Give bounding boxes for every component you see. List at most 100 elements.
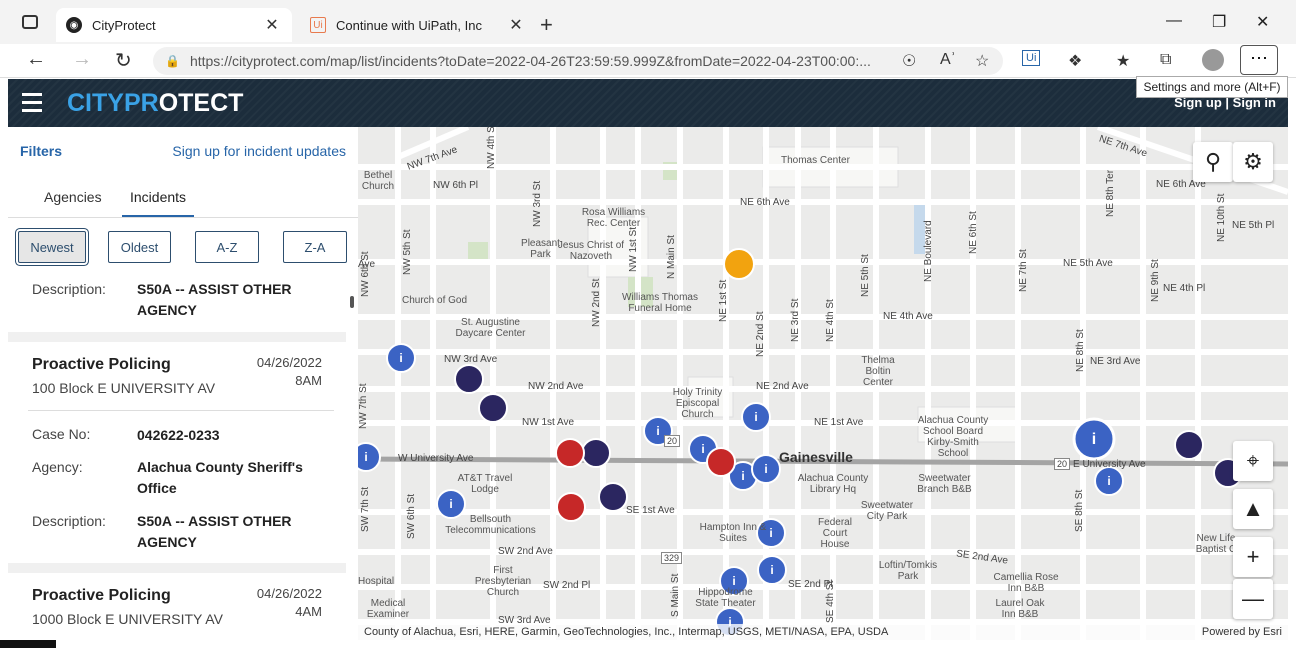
filters-link[interactable]: Filters bbox=[20, 143, 62, 159]
incident-card[interactable]: Proactive Policing 100 Block E UNIVERSIT… bbox=[8, 342, 346, 563]
basemap-layers-icon[interactable]: ▲ bbox=[1233, 489, 1273, 529]
sort-newest-button[interactable]: Newest bbox=[18, 231, 86, 263]
location-icon[interactable]: ☉ bbox=[902, 51, 916, 71]
description-value: S50A -- ASSIST OTHER AGENCY bbox=[137, 281, 292, 318]
new-tab-icon[interactable]: + bbox=[540, 12, 553, 38]
tab-title: CityProtect bbox=[92, 17, 156, 33]
close-tab-icon[interactable]: ✕ bbox=[262, 15, 282, 35]
svg-text:i: i bbox=[1107, 474, 1110, 488]
place-label: Thelma Boltin Center bbox=[861, 355, 895, 388]
route-shield: 329 bbox=[661, 552, 683, 564]
street-label: NW 1st St bbox=[628, 226, 639, 272]
place-label: Sweetwater Branch B&B bbox=[917, 473, 972, 495]
cityprotect-logo[interactable]: CITYPROTECT bbox=[67, 89, 243, 118]
signup-incident-updates-link[interactable]: Sign up for incident updates bbox=[172, 143, 346, 159]
map-canvas: iii iii i ii iii ii bbox=[358, 127, 1288, 640]
incident-date: 04/26/2022 bbox=[256, 586, 322, 601]
incident-address: 1000 Block E UNIVERSITY AV bbox=[32, 611, 223, 627]
street-label: NW 5th St bbox=[402, 229, 413, 275]
street-label: NE 3rd St bbox=[790, 298, 801, 342]
place-label: Alachua County Library Hq bbox=[797, 473, 869, 495]
street-label: N Main St bbox=[666, 235, 677, 279]
map-settings-gear-icon[interactable]: ⚙ bbox=[1233, 142, 1273, 182]
street-label: SW 6th St bbox=[406, 493, 417, 539]
favorites-icon[interactable]: ★ bbox=[1116, 51, 1130, 71]
street-label: SE 8th St bbox=[1074, 489, 1085, 532]
powered-by-esri[interactable]: Powered by Esri bbox=[1202, 624, 1282, 640]
settings-more-button[interactable]: ⋯ bbox=[1240, 45, 1278, 75]
card-divider bbox=[28, 410, 334, 411]
street-label: NE 4th St bbox=[825, 299, 836, 342]
tab-divider bbox=[8, 217, 358, 218]
svg-text:i: i bbox=[1092, 431, 1096, 448]
forward-arrow-icon[interactable]: → bbox=[72, 48, 92, 71]
url-field[interactable]: 🔒 https://cityprotect.com/map/list/incid… bbox=[153, 47, 1003, 75]
svg-text:i: i bbox=[770, 563, 773, 577]
street-label: Ave bbox=[358, 259, 376, 270]
minimize-icon[interactable]: — bbox=[1166, 12, 1182, 30]
incident-title: Proactive Policing bbox=[32, 356, 171, 373]
read-aloud-icon[interactable]: Aʾ bbox=[940, 51, 956, 69]
zoom-in-icon[interactable]: + bbox=[1233, 537, 1273, 577]
city-label: Gainesville bbox=[779, 449, 853, 465]
route-shield: 20 bbox=[664, 435, 681, 447]
street-label: NE 6th St bbox=[968, 211, 979, 254]
tab-incidents[interactable]: Incidents bbox=[122, 189, 195, 217]
close-window-icon[interactable]: ✕ bbox=[1256, 12, 1269, 32]
uipath-favicon-icon: Ui bbox=[310, 17, 326, 33]
description-label: Description: bbox=[32, 513, 106, 529]
tab-agencies[interactable]: Agencies bbox=[44, 189, 102, 205]
place-label: Laurel Oak Inn B&B bbox=[995, 598, 1045, 620]
place-label: Hampton Inn & Suites bbox=[699, 522, 767, 544]
sort-z-a-button[interactable]: Z-A bbox=[283, 231, 347, 263]
taskbar-strip bbox=[0, 640, 1296, 648]
uipath-extension-icon[interactable]: Ui bbox=[1022, 50, 1041, 66]
browser-tab-cityprotect[interactable]: ◉ CityProtect ✕ bbox=[56, 8, 292, 42]
agency-label: Agency: bbox=[32, 459, 83, 475]
incident-list: Description: S50A -- ASSIST OTHER AGENCY… bbox=[8, 275, 346, 640]
place-label: AT&T Travel Lodge bbox=[457, 473, 513, 495]
street-label: NE 3rd Ave bbox=[1090, 356, 1141, 367]
street-label: NW 4th St bbox=[486, 127, 497, 169]
svg-text:i: i bbox=[764, 462, 767, 476]
list-scrollbar[interactable] bbox=[350, 296, 354, 308]
svg-text:i: i bbox=[769, 526, 772, 540]
hamburger-menu-icon[interactable] bbox=[22, 93, 42, 117]
place-label: Federal Court House bbox=[818, 517, 852, 550]
sort-oldest-button[interactable]: Oldest bbox=[108, 231, 171, 263]
incident-card[interactable]: Description: S50A -- ASSIST OTHER AGENCY bbox=[8, 275, 346, 332]
svg-text:i: i bbox=[741, 469, 744, 483]
street-label: NE 2nd Ave bbox=[756, 381, 809, 392]
profile-avatar[interactable] bbox=[1202, 49, 1224, 71]
refresh-icon[interactable]: ↻ bbox=[115, 48, 132, 73]
cityprotect-favicon-icon: ◉ bbox=[66, 17, 82, 33]
close-tab-icon[interactable]: ✕ bbox=[506, 15, 526, 35]
favorite-add-icon[interactable]: ☆ bbox=[975, 51, 989, 71]
tab-actions-icon[interactable] bbox=[22, 15, 38, 29]
locate-me-icon[interactable]: ⌖ bbox=[1233, 441, 1273, 481]
back-arrow-icon[interactable]: ← bbox=[26, 48, 46, 71]
incident-time: 8AM bbox=[295, 373, 322, 388]
collections-icon[interactable]: ⧉ bbox=[1160, 51, 1171, 69]
street-label: NE 8th St bbox=[1075, 329, 1086, 372]
map-search-icon[interactable]: ⚲ bbox=[1193, 142, 1233, 182]
incident-map[interactable]: iii iii iii iii ii Thomas Center Rosa Wi… bbox=[358, 127, 1288, 640]
street-label: NW 3rd St bbox=[532, 180, 543, 227]
sort-a-z-button[interactable]: A-Z bbox=[195, 231, 259, 263]
street-label: SE 1st Ave bbox=[626, 505, 675, 516]
svg-text:i: i bbox=[399, 351, 402, 365]
svg-text:i: i bbox=[732, 574, 735, 588]
place-label: Medical Examiner bbox=[366, 598, 410, 620]
incident-address: 100 Block E UNIVERSITY AV bbox=[32, 380, 216, 396]
extensions-icon[interactable]: ❖ bbox=[1068, 51, 1082, 71]
place-label: Williams Thomas Funeral Home bbox=[622, 292, 698, 314]
restore-icon[interactable]: ❐ bbox=[1212, 12, 1226, 32]
case-no-label: Case No: bbox=[32, 426, 91, 442]
street-label: SW 7th St bbox=[360, 486, 371, 532]
attribution-text: County of Alachua, Esri, HERE, Garmin, G… bbox=[364, 626, 889, 638]
browser-tab-uipath[interactable]: Ui Continue with UiPath, Inc ✕ bbox=[300, 8, 536, 42]
svg-text:i: i bbox=[656, 424, 659, 438]
incident-card[interactable]: Proactive Policing 1000 Block E UNIVERSI… bbox=[8, 573, 346, 640]
street-label: NE 7th St bbox=[1018, 249, 1029, 292]
zoom-out-icon[interactable]: — bbox=[1233, 579, 1273, 619]
